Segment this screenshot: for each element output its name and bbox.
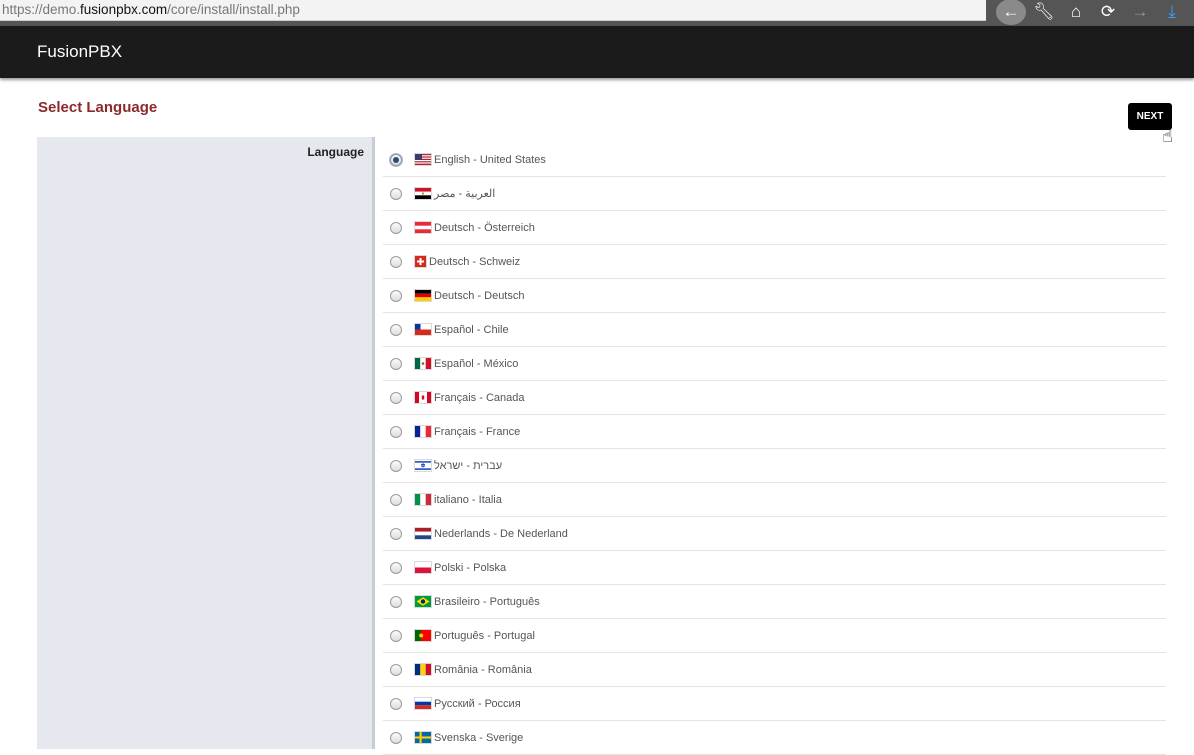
- browser-toolbar: https://demo.fusionpbx.com/core/install/…: [0, 0, 1194, 26]
- language-option-label: Deutsch - Deutsch: [434, 289, 525, 302]
- language-radio[interactable]: [390, 663, 402, 676]
- language-option-label: Nederlands - De Nederland: [434, 527, 568, 540]
- us-flag-icon: [415, 154, 434, 165]
- language-option-label: Brasileiro - Português: [434, 595, 540, 608]
- language-option-label: Português - Portugal: [434, 629, 535, 642]
- language-option-label: עברית - ישראל: [434, 459, 503, 472]
- language-option-br[interactable]: Brasileiro - Português: [383, 585, 1166, 619]
- language-radio[interactable]: [390, 629, 402, 642]
- ch-flag-icon: [415, 256, 429, 267]
- ca-flag-icon: [415, 392, 434, 403]
- language-radio[interactable]: [390, 289, 402, 302]
- forward-arrow-icon[interactable]: →: [1124, 0, 1156, 24]
- language-option-label: Deutsch - Schweiz: [429, 255, 521, 268]
- ru-flag-icon: [415, 698, 434, 709]
- br-flag-icon: [415, 596, 434, 607]
- wrench-icon[interactable]: 🔧︎: [1028, 0, 1060, 24]
- language-radio[interactable]: [390, 153, 402, 166]
- fr-flag-icon: [415, 426, 434, 437]
- il-flag-icon: [415, 460, 434, 471]
- language-radio[interactable]: [390, 561, 402, 574]
- language-option-ch[interactable]: Deutsch - Schweiz: [383, 245, 1166, 279]
- language-option-de[interactable]: Deutsch - Deutsch: [383, 279, 1166, 313]
- language-field-label-cell: Language: [37, 137, 375, 749]
- language-radio[interactable]: [390, 255, 402, 268]
- pt-flag-icon: [415, 630, 434, 641]
- language-radio[interactable]: [390, 527, 402, 540]
- language-radio[interactable]: [390, 323, 402, 336]
- language-option-us[interactable]: English - United States: [383, 143, 1166, 177]
- page-title: Select Language: [38, 99, 158, 116]
- language-option-ro[interactable]: România - România: [383, 653, 1166, 687]
- language-option-label: Français - France: [434, 425, 521, 438]
- it-flag-icon: [415, 494, 434, 505]
- language-option-label: Español - Chile: [434, 323, 509, 336]
- language-radio[interactable]: [390, 459, 402, 472]
- language-option-label: Polski - Polska: [434, 561, 507, 574]
- cl-flag-icon: [415, 324, 434, 335]
- language-option-se[interactable]: Svenska - Sverige: [383, 721, 1166, 755]
- language-option-label: Français - Canada: [434, 391, 525, 404]
- at-flag-icon: [415, 222, 434, 233]
- language-option-label: Svenska - Sverige: [434, 731, 524, 744]
- language-option-pt[interactable]: Português - Portugal: [383, 619, 1166, 653]
- language-radio[interactable]: [390, 493, 402, 506]
- language-option-it[interactable]: italiano - Italia: [383, 483, 1166, 517]
- language-option-at[interactable]: Deutsch - Österreich: [383, 211, 1166, 245]
- home-icon[interactable]: ⌂: [1060, 0, 1092, 24]
- app-header: FusionPBX: [0, 26, 1194, 78]
- language-option-label: Español - México: [434, 357, 519, 370]
- language-radio[interactable]: [390, 595, 402, 608]
- eg-flag-icon: [415, 188, 434, 199]
- language-option-ca[interactable]: Français - Canada: [383, 381, 1166, 415]
- language-option-label: italiano - Italia: [434, 493, 502, 506]
- language-option-label: العربية - مصر: [434, 188, 496, 200]
- language-radio[interactable]: [390, 697, 402, 710]
- reload-icon[interactable]: ⟳: [1092, 0, 1124, 24]
- language-option-label: Русский - Россия: [434, 697, 521, 710]
- brand-logo[interactable]: FusionPBX: [37, 26, 122, 78]
- language-field-label: Language: [307, 145, 364, 159]
- language-radio[interactable]: [390, 425, 402, 438]
- mx-flag-icon: [415, 358, 434, 369]
- language-option-pl[interactable]: Polski - Polska: [383, 551, 1166, 585]
- back-arrow-icon[interactable]: ←: [996, 0, 1026, 25]
- language-option-cl[interactable]: Español - Chile: [383, 313, 1166, 347]
- language-option-label: Deutsch - Österreich: [434, 221, 535, 234]
- download-icon[interactable]: ⤓: [1156, 0, 1188, 24]
- language-option-label: România - România: [434, 663, 532, 676]
- url-path: /core/install/install.php: [167, 2, 300, 17]
- se-flag-icon: [415, 732, 434, 743]
- language-radio[interactable]: [390, 731, 402, 744]
- url-host: fusionpbx.com: [80, 2, 168, 17]
- language-radio[interactable]: [390, 221, 402, 234]
- nl-flag-icon: [415, 528, 434, 539]
- language-option-eg[interactable]: العربية - مصر: [383, 177, 1166, 211]
- language-option-ru[interactable]: Русский - Россия: [383, 687, 1166, 721]
- pl-flag-icon: [415, 562, 434, 573]
- language-option-label: English - United States: [434, 153, 546, 166]
- language-radio[interactable]: [390, 391, 402, 404]
- language-radio[interactable]: [390, 187, 402, 200]
- address-bar[interactable]: https://demo.fusionpbx.com/core/install/…: [0, 0, 986, 21]
- url-prefix: https://demo.: [2, 2, 81, 17]
- ro-flag-icon: [415, 664, 434, 675]
- language-radio[interactable]: [390, 357, 402, 370]
- language-option-nl[interactable]: Nederlands - De Nederland: [383, 517, 1166, 551]
- language-option-il[interactable]: עברית - ישראל: [383, 449, 1166, 483]
- language-option-fr[interactable]: Français - France: [383, 415, 1166, 449]
- language-options-list: English - United States العربية - مصر Deut…: [383, 143, 1166, 755]
- language-option-mx[interactable]: Español - México: [383, 347, 1166, 381]
- de-flag-icon: [415, 290, 434, 301]
